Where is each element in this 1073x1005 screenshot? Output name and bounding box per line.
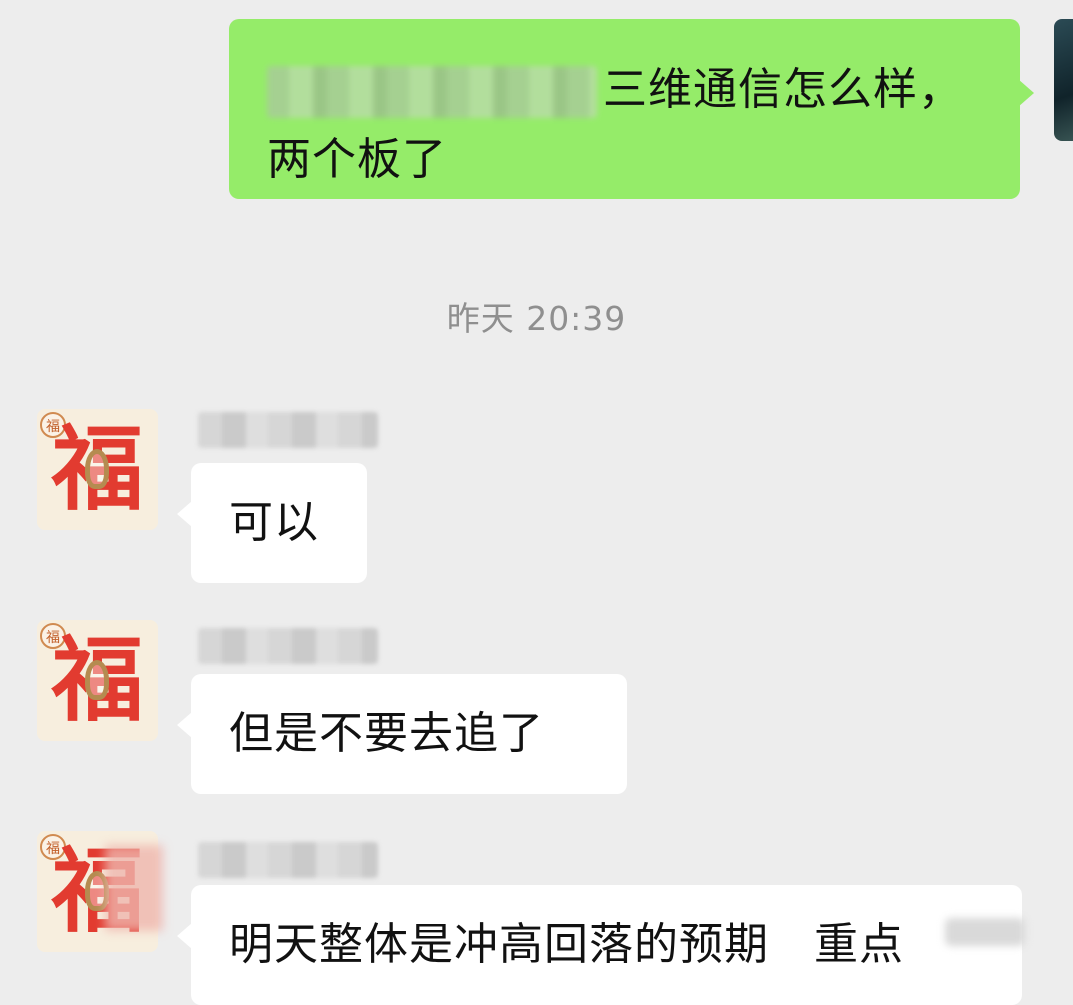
snake-icon bbox=[85, 449, 109, 489]
contact-avatar[interactable]: 福 福 bbox=[37, 409, 158, 530]
outgoing-message-bubble[interactable]: 三维通信怎么样， 两个板了 bbox=[229, 19, 1034, 199]
message-timestamp: 昨天 20:39 bbox=[446, 299, 627, 338]
redacted-text-mask bbox=[267, 66, 597, 118]
incoming-message-bubble[interactable]: 明天整体是冲高回落的预期 重点 bbox=[177, 885, 1022, 1005]
outgoing-message-text: 三维通信怎么样， 两个板了 bbox=[267, 64, 963, 185]
sender-name-redacted bbox=[198, 842, 378, 878]
incoming-message-bubble[interactable]: 可以 bbox=[177, 463, 367, 583]
sender-name-redacted bbox=[198, 628, 378, 664]
incoming-message-text: 但是不要去追了 bbox=[229, 708, 544, 759]
incoming-message-bubble[interactable]: 但是不要去追了 bbox=[177, 674, 627, 794]
incoming-message-text: 可以 bbox=[229, 497, 319, 548]
snake-icon bbox=[85, 660, 109, 700]
incoming-message-text: 明天整体是冲高回落的预期 重点 bbox=[229, 919, 904, 970]
redacted-text-mask bbox=[945, 918, 1025, 946]
self-avatar[interactable] bbox=[1054, 19, 1073, 141]
contact-avatar[interactable]: 福 福 bbox=[37, 620, 158, 741]
redaction-blot bbox=[105, 845, 163, 931]
sender-name-redacted bbox=[198, 412, 378, 448]
